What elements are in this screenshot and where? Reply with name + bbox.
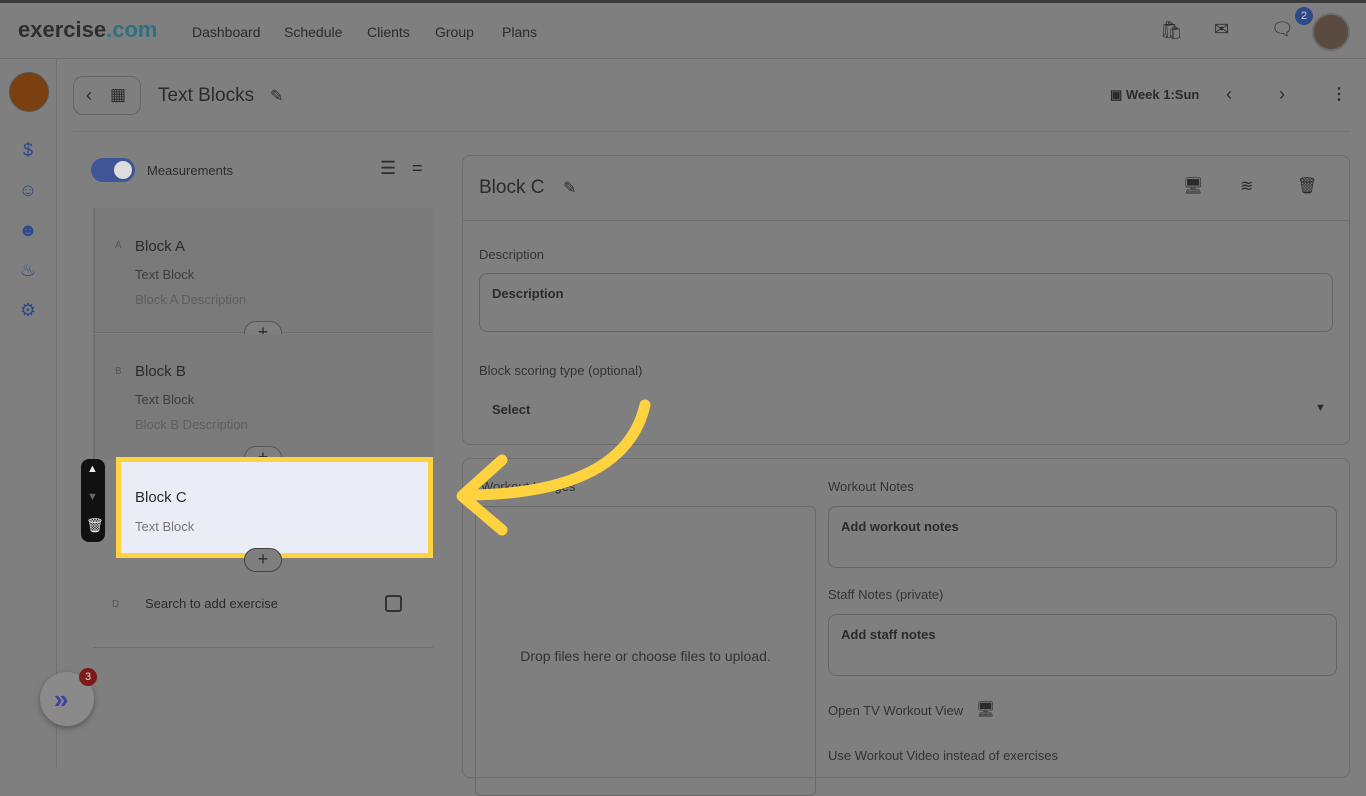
divider — [93, 647, 433, 648]
bell-icon[interactable]: ♨ — [16, 260, 40, 284]
trash-icon[interactable]: 🗑 — [86, 517, 104, 534]
calendar-icon: ▦ — [110, 85, 127, 104]
trash-icon[interactable]: 🗑 — [1297, 176, 1317, 196]
more-options-icon[interactable]: ⋮ — [1331, 84, 1347, 104]
workout-notes-textarea[interactable]: Add workout notes — [828, 506, 1337, 568]
block-title: Block C — [479, 177, 545, 198]
user-avatar[interactable] — [1312, 13, 1350, 51]
block-c-highlighted[interactable]: Block C Text Block — [116, 457, 433, 558]
tv-icon[interactable]: 🖥 — [1183, 176, 1203, 196]
divider — [73, 131, 1350, 132]
shopping-bag-icon[interactable]: 🛍 — [1160, 20, 1183, 41]
chevron-down-icon[interactable]: ▼ — [1315, 402, 1326, 414]
calendar-icon: ▣ — [1110, 87, 1126, 102]
chat-badge: 2 — [1295, 7, 1313, 25]
add-block-button[interactable]: + — [244, 548, 282, 572]
measurements-label: Measurements — [147, 163, 233, 178]
top-navbar: exercise.com Dashboard Schedule Clients … — [0, 0, 1366, 59]
mail-icon[interactable]: ✉ — [1214, 19, 1229, 40]
prev-week-button[interactable]: ‹ — [1226, 84, 1232, 105]
group-icon[interactable]: ☻ — [16, 220, 40, 244]
search-exercise-input[interactable]: Search to add exercise — [145, 596, 278, 611]
nav-clients[interactable]: Clients — [367, 24, 410, 40]
org-logo[interactable] — [9, 72, 49, 112]
chevron-left-icon: ‹ — [86, 85, 92, 105]
next-week-button[interactable]: › — [1279, 84, 1285, 105]
page-title: Text Blocks — [158, 85, 255, 106]
highlight-arrow — [456, 399, 651, 536]
edit-block-icon[interactable]: ✎ — [563, 178, 576, 198]
move-down-icon[interactable]: ▼ — [87, 491, 98, 503]
workout-video-option[interactable]: Use Workout Video instead of exercises — [828, 748, 1058, 763]
nav-dashboard[interactable]: Dashboard — [192, 24, 261, 40]
layers-icon[interactable]: ≋ — [1240, 176, 1253, 196]
compact-view-icon[interactable]: = — [412, 158, 423, 179]
back-calendar-button[interactable]: ‹ ▦ — [73, 76, 141, 115]
block-a[interactable]: A Block A Text Block Block A Description — [93, 208, 433, 333]
chevron-logo-icon: » — [54, 684, 69, 714]
week-selector[interactable]: ▣ Week 1:Sun — [1110, 87, 1199, 103]
block-controls: ▲ ▼ 🗑 — [81, 459, 105, 542]
sidebar: $ ☺ ☻ ♨ ⚙ — [0, 59, 57, 768]
nav-group[interactable]: Group — [435, 24, 474, 40]
widget-badge: 3 — [79, 668, 97, 686]
list-view-icon[interactable]: ☰ — [380, 158, 396, 179]
user-icon[interactable]: ☺ — [16, 180, 40, 204]
nav-schedule[interactable]: Schedule — [284, 24, 342, 40]
block-b[interactable]: B Block B Text Block Block B Description — [93, 334, 433, 459]
nav-plans[interactable]: Plans — [502, 24, 537, 40]
open-tv-view-link[interactable]: Open TV Workout View — [828, 703, 963, 718]
tv-icon[interactable]: 🖥 — [976, 700, 995, 718]
billing-icon[interactable]: $ — [16, 140, 40, 164]
block-title: Block A — [135, 238, 186, 255]
staff-notes-textarea[interactable]: Add staff notes — [828, 614, 1337, 676]
edit-title-icon[interactable]: ✎ — [270, 86, 283, 106]
gear-icon[interactable]: ⚙ — [16, 300, 40, 324]
description-textarea[interactable]: Description — [479, 273, 1333, 332]
move-up-icon[interactable]: ▲ — [87, 463, 98, 475]
logo[interactable]: exercise.com — [18, 17, 157, 43]
select-checkbox[interactable] — [385, 595, 402, 612]
chat-icon[interactable]: 🗨 — [1271, 19, 1294, 40]
measurements-toggle[interactable] — [91, 158, 135, 182]
